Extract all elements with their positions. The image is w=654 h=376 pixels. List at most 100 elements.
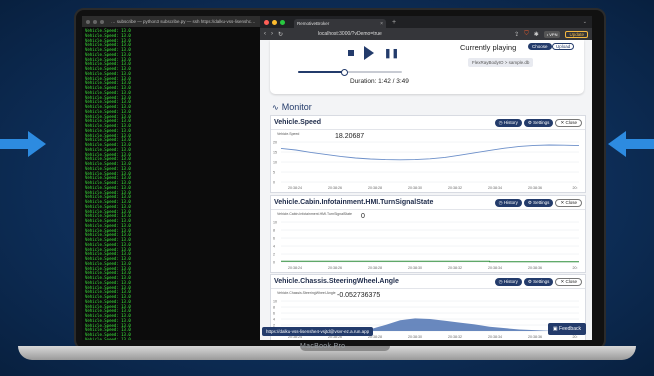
chevron-down-icon[interactable]: ⌄ [583,19,587,25]
y-tick-label: 4 [273,318,275,322]
terminal-window[interactable]: … subscribe — python3 subscribe.py — ssh… [82,16,260,340]
history-button[interactable]: ◷ History [494,198,522,207]
signal-card-title: Vehicle.Speed [274,119,322,126]
history-icon: ◷ [498,278,503,284]
history-label: History [503,199,518,205]
close-icon: ✕ [560,278,565,284]
y-tick-label: 4 [273,245,275,249]
play-icon[interactable] [364,46,374,60]
settings-button[interactable]: ⚙ Settings [523,277,554,286]
web-page: ❚❚ Duration: 1:42 / 3:49 Currently playi… [260,40,592,340]
choose-button[interactable]: Choose [528,43,552,50]
settings-button[interactable]: ⚙ Settings [523,118,554,127]
gear-icon: ⚙ [527,119,532,125]
y-tick-label: 2 [273,253,275,257]
laptop-brand-label: MacBook Pro [300,343,346,350]
terminal-title: … subscribe — python3 subscribe.py — ssh… [111,19,256,24]
left-arrow-icon [0,131,46,157]
history-icon: ◷ [498,119,503,125]
x-tick-label: 20:38:32 [448,335,462,339]
upload-button[interactable]: Upload [552,43,575,50]
y-tick-label: 6 [273,237,275,241]
x-tick-label: 20:38:24 [288,266,302,270]
history-icon: ◷ [498,199,503,205]
y-tick-label: 10 [273,161,277,165]
minimize-window-dot[interactable] [93,19,97,24]
signal-chart: 20 15 10 5 0 20:38:24 20:38:26 20:38:28 20:38:30… [273,141,580,190]
extensions-icon[interactable]: ✱ [534,31,539,38]
reload-icon[interactable]: ↻ [278,31,283,38]
close-window-dot[interactable] [264,19,269,25]
signal-card-header: Vehicle.Cabin.Infotainment.HMI.TurnSigna… [271,196,585,210]
history-label: History [503,278,518,284]
signal-chart-area: Vehicle.Cabin.Infotainment.HMI.TurnSigna… [271,210,585,272]
signal-card-title: Vehicle.Chassis.SteeringWheel.Angle [274,278,399,285]
series-line [280,144,580,161]
shield-icon[interactable]: ⛉ [524,31,529,38]
history-button[interactable]: ◷ History [494,118,522,127]
x-tick-label: 20: [573,186,578,190]
x-tick-label: 20:38:26 [328,266,342,270]
gear-icon: ⚙ [527,199,532,205]
minimize-window-dot[interactable] [272,19,277,25]
close-tab-icon[interactable]: × [380,21,383,27]
series-line [281,260,579,263]
signal-card-title: Vehicle.Cabin.Infotainment.HMI.TurnSigna… [274,199,434,206]
feedback-label: Feedback [559,326,581,332]
y-tick-label: 10 [273,221,277,225]
playback-controls: ❚❚ [348,46,399,60]
browser-toolbar: ‹ › ↻ localhost:3000/?vDemo=true ⇪ ⛉ ✱ •… [260,28,592,40]
x-tick-label: 20:38:26 [328,186,342,190]
status-bar-url: https://dalku-vss-lisenshe4-vsjtd@vsvr-e… [262,327,374,336]
close-window-dot[interactable] [86,19,90,24]
playback-progress-bar[interactable] [298,69,402,76]
signal-card: Vehicle.Cabin.Infotainment.HMI.TurnSigna… [270,195,586,273]
monitor-header: ∿ Monitor [272,102,312,112]
close-label: Close [565,199,577,205]
close-button[interactable]: ✕ Close [555,198,582,207]
x-tick-label: 20:38:32 [448,186,462,190]
close-icon: ✕ [560,199,565,205]
x-tick-label: 20:38:28 [368,266,382,270]
pause-icon[interactable]: ❚❚ [384,48,399,59]
forward-icon[interactable]: › [271,31,273,37]
update-button[interactable]: Update [565,30,588,38]
signal-card-header: Vehicle.Speed ◷ History ⚙ Settings ✕ Close [271,116,585,130]
x-tick-label: 20:38:34 [488,266,502,270]
tab-title: RemotiveBroker [297,21,330,26]
signal-card: Vehicle.Speed ◷ History ⚙ Settings ✕ Close V… [270,115,586,193]
stop-icon[interactable] [348,50,354,56]
y-tick-label: 0 [273,261,275,265]
progress-handle[interactable] [341,69,349,76]
share-icon[interactable]: ⇪ [514,31,519,38]
maximize-window-dot[interactable] [100,19,104,24]
close-button[interactable]: ✕ Close [555,277,582,286]
settings-button[interactable]: ⚙ Settings [523,198,554,207]
selected-file: FlexRayBodyIO > sample.db [468,58,534,67]
vpn-button[interactable]: • VPN [543,30,561,38]
browser-window: RemotiveBroker × + ⌄ ‹ › ↻ localhost:300… [260,16,592,340]
settings-label: Settings [533,278,550,284]
feedback-button[interactable]: ▣ Feedback [547,323,586,335]
close-label: Close [565,119,577,125]
new-tab-icon[interactable]: + [392,19,396,26]
progress-fill [298,71,345,73]
chat-icon: ▣ [552,326,558,332]
laptop-screen: … subscribe — python3 subscribe.py — ssh… [82,16,592,340]
duration-label: Duration: 1:42 / 3:49 [350,78,409,85]
y-tick-label: 10 [273,300,277,304]
x-tick-label: 20: [573,266,578,270]
x-tick-label: 20:38:30 [408,266,422,270]
browser-tabbar: RemotiveBroker × + ⌄ [260,16,592,28]
history-button[interactable]: ◷ History [494,277,522,286]
x-tick-label: 20:38:34 [488,186,502,190]
address-bar[interactable]: localhost:3000/?vDemo=true [318,31,509,37]
y-tick-label: 5 [273,171,275,175]
pulse-icon: ∿ [272,102,279,112]
y-tick-label: 15 [273,151,277,155]
maximize-window-dot[interactable] [280,19,285,25]
back-icon[interactable]: ‹ [264,31,266,37]
browser-tab[interactable]: RemotiveBroker × [294,19,386,28]
close-icon: ✕ [560,119,565,125]
close-button[interactable]: ✕ Close [555,118,582,127]
